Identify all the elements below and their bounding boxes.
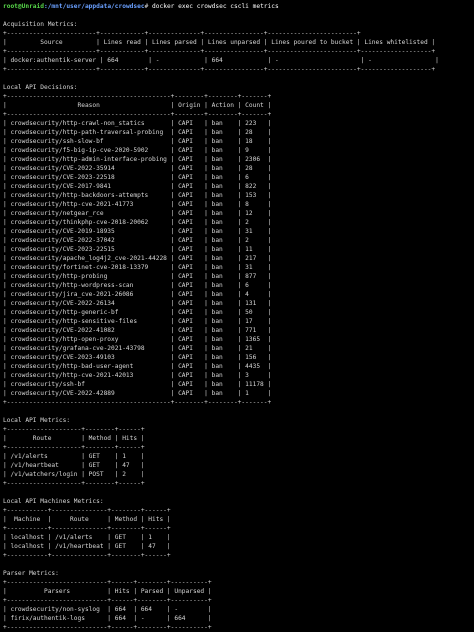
output-line: | /v1/watchers/login | POST | 2 | (3, 471, 145, 478)
output-line: +-----------+---------------+--------+--… (3, 507, 171, 514)
output-line: | /v1/alerts | GET | 1 | (3, 453, 145, 460)
output-line: +---------------------------------------… (3, 111, 272, 118)
output-line: | crowdsecurity/grafana-cve-2021-43798 |… (3, 345, 272, 352)
output-line: | crowdsecurity/http-backdoors-attempts … (3, 192, 272, 199)
output-line: | docker:authentik-server | 664 | - | 66… (3, 57, 439, 64)
output-line: | crowdsecurity/http-path-traversal-prob… (3, 129, 272, 136)
output-line: | crowdsecurity/http-crawl-non_statics |… (3, 120, 272, 127)
output-line: | crowdsecurity/http-cve-2021-41773 | CA… (3, 201, 272, 208)
output-line: +--------------------+--------+------+ (3, 480, 145, 487)
command-text: docker exec crowdsec cscli metrics (148, 3, 279, 10)
output-line: | Source | Lines read | Lines parsed | L… (3, 39, 436, 46)
output-line: | crowdsecurity/CVE-2022-42889 | CAPI | … (3, 390, 272, 397)
output-line: | firix/authentik-logs | 664 | - | 664 | (3, 615, 212, 622)
output-line: | crowdsecurity/apache_log4j2_cve-2021-4… (3, 255, 272, 262)
output-line: | crowdsecurity/ssh-bf | CAPI | ban | 11… (3, 381, 272, 388)
output-line: | crowdsecurity/netgear_rce | CAPI | ban… (3, 210, 272, 217)
output-line: | crowdsecurity/CVE-2023-22515 | CAPI | … (3, 246, 272, 253)
output-line: +---------------------------+------+----… (3, 624, 212, 631)
output-line: | crowdsecurity/http-generic-bf | CAPI |… (3, 309, 272, 316)
output-line: | crowdsecurity/http-probing | CAPI | ba… (3, 273, 272, 280)
output-line: | crowdsecurity/CVE-2022-41082 | CAPI | … (3, 327, 272, 334)
output-line: | crowdsecurity/thinkphp-cve-2018-20062 … (3, 219, 272, 226)
output-line: +--------------------+--------+------+ (3, 444, 145, 451)
output-line: | crowdsecurity/fortinet-cve-2018-13379 … (3, 264, 272, 271)
output-line: | crowdsecurity/http-wordpress-scan | CA… (3, 282, 272, 289)
output-line: +---------------------------------------… (3, 93, 272, 100)
output-line: | Machine | Route | Method | Hits | (3, 516, 171, 523)
output-line: | crowdsecurity/http-bad-user-agent | CA… (3, 363, 272, 370)
output-line: Acquisition Metrics: (3, 21, 78, 28)
prompt-user-host: root@Unraid (3, 3, 44, 10)
output-line: | Reason | Origin | Action | Count | (3, 102, 272, 109)
output-line: | Route | Method | Hits | (3, 435, 145, 442)
output-line: | crowdsecurity/http-open-proxy | CAPI |… (3, 336, 272, 343)
output-line: | Parsers | Hits | Parsed | Unparsed | (3, 588, 212, 595)
output-line: | /v1/heartbeat | GET | 47 | (3, 462, 145, 469)
output-line: +------------------------+------------+-… (3, 66, 436, 73)
output-line: | crowdsecurity/CVE-2023-22518 | CAPI | … (3, 174, 272, 181)
output-line: +------------------------+------------+-… (3, 30, 361, 37)
output-line: +--------------------+--------+------+ (3, 426, 145, 433)
output-line: +------------------------+------------+-… (3, 48, 436, 55)
output-line: | crowdsecurity/ssh-slow-bf | CAPI | ban… (3, 138, 272, 145)
output-line: Local API Machines Metrics: (3, 498, 104, 505)
output-line: | crowdsecurity/CVE-2022-37042 | CAPI | … (3, 237, 272, 244)
output-line: | crowdsecurity/jira_cve-2021-26086 | CA… (3, 291, 272, 298)
output-line: | crowdsecurity/non-syslog | 664 | 664 |… (3, 606, 212, 613)
output-line: | crowdsecurity/http-sensitive-files | C… (3, 318, 272, 325)
output-line: +---------------------------------------… (3, 399, 272, 406)
output-line: | crowdsecurity/CVE-2022-26134 | CAPI | … (3, 300, 272, 307)
output-line: +---------------------------+------+----… (3, 597, 212, 604)
output-line: +-----------+---------------+--------+--… (3, 525, 171, 532)
output-line: +---------------------------+------+----… (3, 579, 212, 586)
command-prompt-line: root@Unraid:/mnt/user/appdata/crowdsec# … (3, 2, 474, 11)
terminal-window[interactable]: root@Unraid:/mnt/user/appdata/crowdsec# … (0, 0, 474, 631)
output-line: | localhost | /v1/alerts | GET | 1 | (3, 534, 171, 541)
output-line: | localhost | /v1/heartbeat | GET | 47 | (3, 543, 171, 550)
terminal-output: Acquisition Metrics: +-------------------… (3, 11, 474, 632)
output-line: | crowdsecurity/http-cve-2021-42013 | CA… (3, 372, 272, 379)
output-line: | crowdsecurity/CVE-2019-18935 | CAPI | … (3, 228, 272, 235)
output-line: | crowdsecurity/http-admin-interface-pro… (3, 156, 272, 163)
output-line: +-----------+---------------+--------+--… (3, 552, 171, 559)
output-line: | crowdsecurity/f5-big-ip-cve-2020-5902 … (3, 147, 272, 154)
output-line: Parser Metrics: (3, 570, 59, 577)
prompt-path: :/mnt/user/appdata/crowdsec (43, 3, 145, 10)
output-line: Local API Metrics: (3, 417, 71, 424)
output-line: | crowdsecurity/CVE-2023-49103 | CAPI | … (3, 354, 272, 361)
output-line: | crowdsecurity/CVE-2022-35914 | CAPI | … (3, 165, 272, 172)
output-line: Local API Decisions: (3, 84, 78, 91)
output-line: | crowdsecurity/CVE-2017-9841 | CAPI | b… (3, 183, 272, 190)
